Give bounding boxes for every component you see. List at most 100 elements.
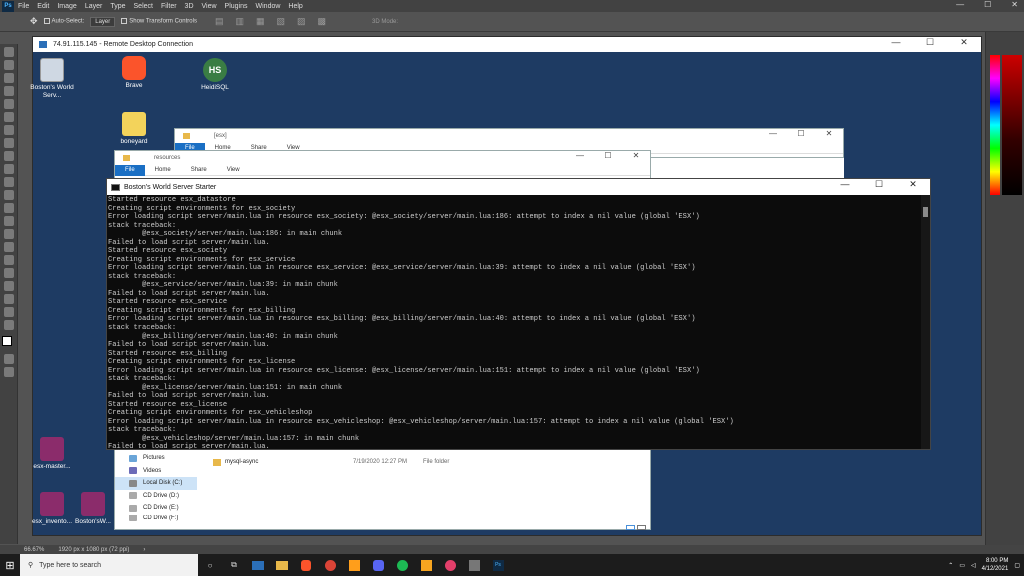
menu-filter[interactable]: Filter [161, 3, 177, 10]
menu-layer[interactable]: Layer [85, 3, 103, 10]
marquee-tool-icon[interactable] [4, 60, 14, 70]
scrollbar-thumb[interactable] [923, 207, 928, 217]
windows-start-icon[interactable]: ⊞ [0, 554, 20, 576]
photoshop-taskbar-icon[interactable]: Ps [487, 558, 509, 572]
minimize-icon[interactable]: — [566, 151, 594, 160]
crop-tool-icon[interactable] [4, 99, 14, 109]
healing-brush-icon[interactable] [4, 138, 14, 148]
desktop-icon-bostons-w[interactable]: Boston'sW... [67, 492, 119, 526]
desktop-icon-heidisql[interactable]: HS HeidiSQL [189, 58, 241, 92]
taskbar-search-box[interactable]: ⚲ Type here to search [20, 554, 198, 576]
network-icon[interactable]: ▭ [959, 562, 965, 569]
file-row[interactable]: mysql-async 7/19/2020 12:27 PM File fold… [213, 456, 643, 468]
auto-select-dropdown[interactable]: Layer [90, 16, 116, 27]
menu-image[interactable]: Image [57, 3, 76, 10]
move-tool-icon[interactable]: ✥ [30, 16, 38, 27]
quick-mask-icon[interactable] [4, 354, 14, 364]
magic-wand-icon[interactable] [4, 86, 14, 96]
rdp-title-bar[interactable]: 74.91.115.145 - Remote Desktop Connectio… [33, 37, 981, 52]
maximize-icon[interactable]: ☐ [913, 37, 947, 48]
zoom-tool-icon[interactable] [4, 307, 14, 317]
more-tools-icon[interactable] [4, 320, 14, 330]
volume-icon[interactable]: ◁ [971, 562, 976, 569]
align-icon[interactable]: ▧ [277, 16, 286, 27]
eyedropper-icon[interactable] [4, 125, 14, 135]
menu-file[interactable]: File [18, 3, 29, 10]
console-title-bar[interactable]: Boston's World Server Starter — ☐ ✕ [107, 179, 930, 195]
close-icon[interactable]: ✕ [947, 37, 981, 48]
tab-file[interactable]: File [115, 164, 145, 176]
nav-item-cd-drive-f[interactable]: CD Drive (F:) [115, 514, 197, 521]
fl-studio-taskbar-icon[interactable] [415, 558, 437, 572]
app-taskbar-icon[interactable] [439, 558, 461, 572]
tab-share[interactable]: Share [181, 167, 217, 173]
close-icon[interactable]: ✕ [622, 151, 650, 160]
frame-tool-icon[interactable] [4, 112, 14, 122]
desktop-icon-esx-master[interactable]: esx-master... [26, 437, 78, 471]
menu-view[interactable]: View [202, 3, 217, 10]
menu-window[interactable]: Window [256, 3, 281, 10]
dodge-tool-icon[interactable] [4, 229, 14, 239]
spotify-taskbar-icon[interactable] [391, 558, 413, 572]
align-icon[interactable]: ▦ [256, 16, 265, 27]
nav-item-cd-drive-d[interactable]: CD Drive (D:) [115, 490, 197, 503]
rdp-taskbar-icon[interactable] [247, 558, 269, 572]
close-icon[interactable]: ✕ [896, 179, 930, 190]
brush-tool-icon[interactable] [4, 151, 14, 161]
align-icon[interactable]: ▥ [235, 16, 244, 27]
desktop-icon-bostons-world-server[interactable]: Boston's World Serv... [26, 58, 78, 100]
auto-select-checkbox[interactable]: Auto-Select: [43, 18, 84, 25]
screen-mode-icon[interactable] [4, 367, 14, 377]
minimize-icon[interactable]: — [879, 37, 913, 48]
nav-item-videos[interactable]: Videos [115, 465, 197, 478]
console-scrollbar[interactable] [921, 195, 930, 449]
nav-item-cd-drive-e[interactable]: CD Drive (E:) [115, 502, 197, 515]
desktop-icon-brave[interactable]: Brave [108, 56, 160, 90]
menu-type[interactable]: Type [110, 3, 125, 10]
minimize-icon[interactable]: — [828, 179, 862, 190]
minimize-icon[interactable]: — [956, 0, 964, 9]
menu-edit[interactable]: Edit [37, 3, 49, 10]
color-field[interactable] [1002, 55, 1022, 195]
explorer-title-bar[interactable]: resources — ☐ ✕ [115, 151, 650, 165]
cortana-icon[interactable]: ○ [199, 558, 221, 572]
align-icon[interactable]: ▤ [215, 16, 224, 27]
chevron-right-icon[interactable]: › [143, 547, 145, 553]
path-select-icon[interactable] [4, 268, 14, 278]
pen-tool-icon[interactable] [4, 242, 14, 252]
foreground-color-swatch[interactable] [2, 336, 12, 346]
nav-item-local-disk[interactable]: Local Disk (C:) [115, 477, 197, 490]
history-brush-icon[interactable] [4, 177, 14, 187]
maximize-icon[interactable]: ☐ [594, 151, 622, 160]
folder-taskbar-icon[interactable] [271, 558, 293, 572]
blur-tool-icon[interactable] [4, 216, 14, 226]
menu-help[interactable]: Help [288, 3, 302, 10]
menu-plugins[interactable]: Plugins [225, 3, 248, 10]
menu-select[interactable]: Select [134, 3, 153, 10]
brave-taskbar-icon[interactable] [295, 558, 317, 572]
minimize-icon[interactable]: — [759, 129, 787, 138]
move-tool-icon[interactable] [4, 47, 14, 57]
app-taskbar-icon[interactable] [463, 558, 485, 572]
console-window[interactable]: Boston's World Server Starter — ☐ ✕ Star… [106, 178, 931, 450]
type-tool-icon[interactable] [4, 255, 14, 265]
maximize-icon[interactable]: ☐ [984, 0, 991, 9]
tiles-view-icon[interactable] [637, 525, 646, 530]
maximize-icon[interactable]: ☐ [787, 129, 815, 138]
lasso-tool-icon[interactable] [4, 73, 14, 83]
maximize-icon[interactable]: ☐ [862, 179, 896, 190]
console-output[interactable]: Started resource esx_datastore Creating s… [107, 195, 922, 449]
stamp-tool-icon[interactable] [4, 164, 14, 174]
align-icon[interactable]: ▨ [297, 16, 306, 27]
align-icon[interactable]: ▩ [318, 16, 327, 27]
show-transform-checkbox[interactable]: Show Transform Controls [121, 18, 197, 25]
close-icon[interactable]: ✕ [815, 129, 843, 138]
tab-home[interactable]: Home [145, 167, 181, 173]
details-view-icon[interactable] [626, 525, 635, 530]
task-view-icon[interactable]: ⧉ [223, 558, 245, 572]
app-taskbar-icon[interactable] [343, 558, 365, 572]
notifications-icon[interactable]: ▢ [1014, 562, 1020, 569]
close-icon[interactable]: ✕ [1011, 0, 1018, 9]
chevron-up-icon[interactable]: ⌃ [948, 562, 953, 569]
color-spectrum-slider[interactable] [990, 55, 1000, 195]
